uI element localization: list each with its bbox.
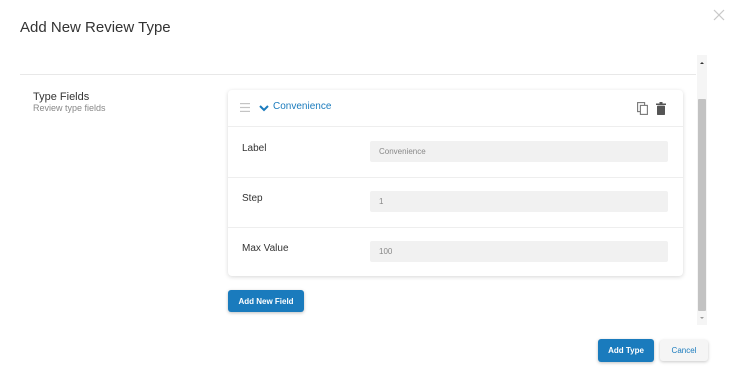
add-type-button[interactable]: Add Type bbox=[598, 339, 654, 362]
section-subtitle: Review type fields bbox=[33, 103, 106, 113]
row-label-text: Max Value bbox=[242, 243, 289, 254]
row-label-text: Step bbox=[242, 193, 263, 204]
field-row-step: Step 1 bbox=[228, 177, 683, 228]
trash-icon[interactable] bbox=[656, 102, 666, 115]
scroll-down-arrow-icon[interactable] bbox=[697, 314, 707, 322]
scrollbar[interactable] bbox=[697, 55, 707, 325]
close-icon[interactable] bbox=[712, 8, 726, 22]
section-title: Type Fields bbox=[33, 91, 90, 103]
max-value-input[interactable]: 100 bbox=[370, 241, 668, 262]
drag-handle-icon[interactable] bbox=[240, 103, 250, 112]
dialog-title: Add New Review Type bbox=[20, 19, 171, 36]
field-card: Convenience Label Convenience Step 1 Max… bbox=[228, 90, 683, 276]
add-new-field-button[interactable]: Add New Field bbox=[228, 290, 304, 312]
step-input[interactable]: 1 bbox=[370, 191, 668, 212]
row-label-text: Label bbox=[242, 143, 267, 154]
chevron-down-icon[interactable] bbox=[259, 104, 269, 112]
scrollbar-thumb[interactable] bbox=[698, 99, 706, 311]
scroll-up-arrow-icon[interactable] bbox=[697, 59, 707, 67]
copy-icon[interactable] bbox=[637, 102, 648, 115]
field-row-label: Label Convenience bbox=[228, 127, 683, 178]
header-divider bbox=[20, 74, 696, 75]
label-input[interactable]: Convenience bbox=[370, 141, 668, 162]
field-card-title[interactable]: Convenience bbox=[273, 101, 331, 112]
field-card-header[interactable]: Convenience bbox=[228, 90, 683, 127]
cancel-button[interactable]: Cancel bbox=[660, 340, 708, 361]
field-row-max-value: Max Value 100 bbox=[228, 227, 683, 277]
